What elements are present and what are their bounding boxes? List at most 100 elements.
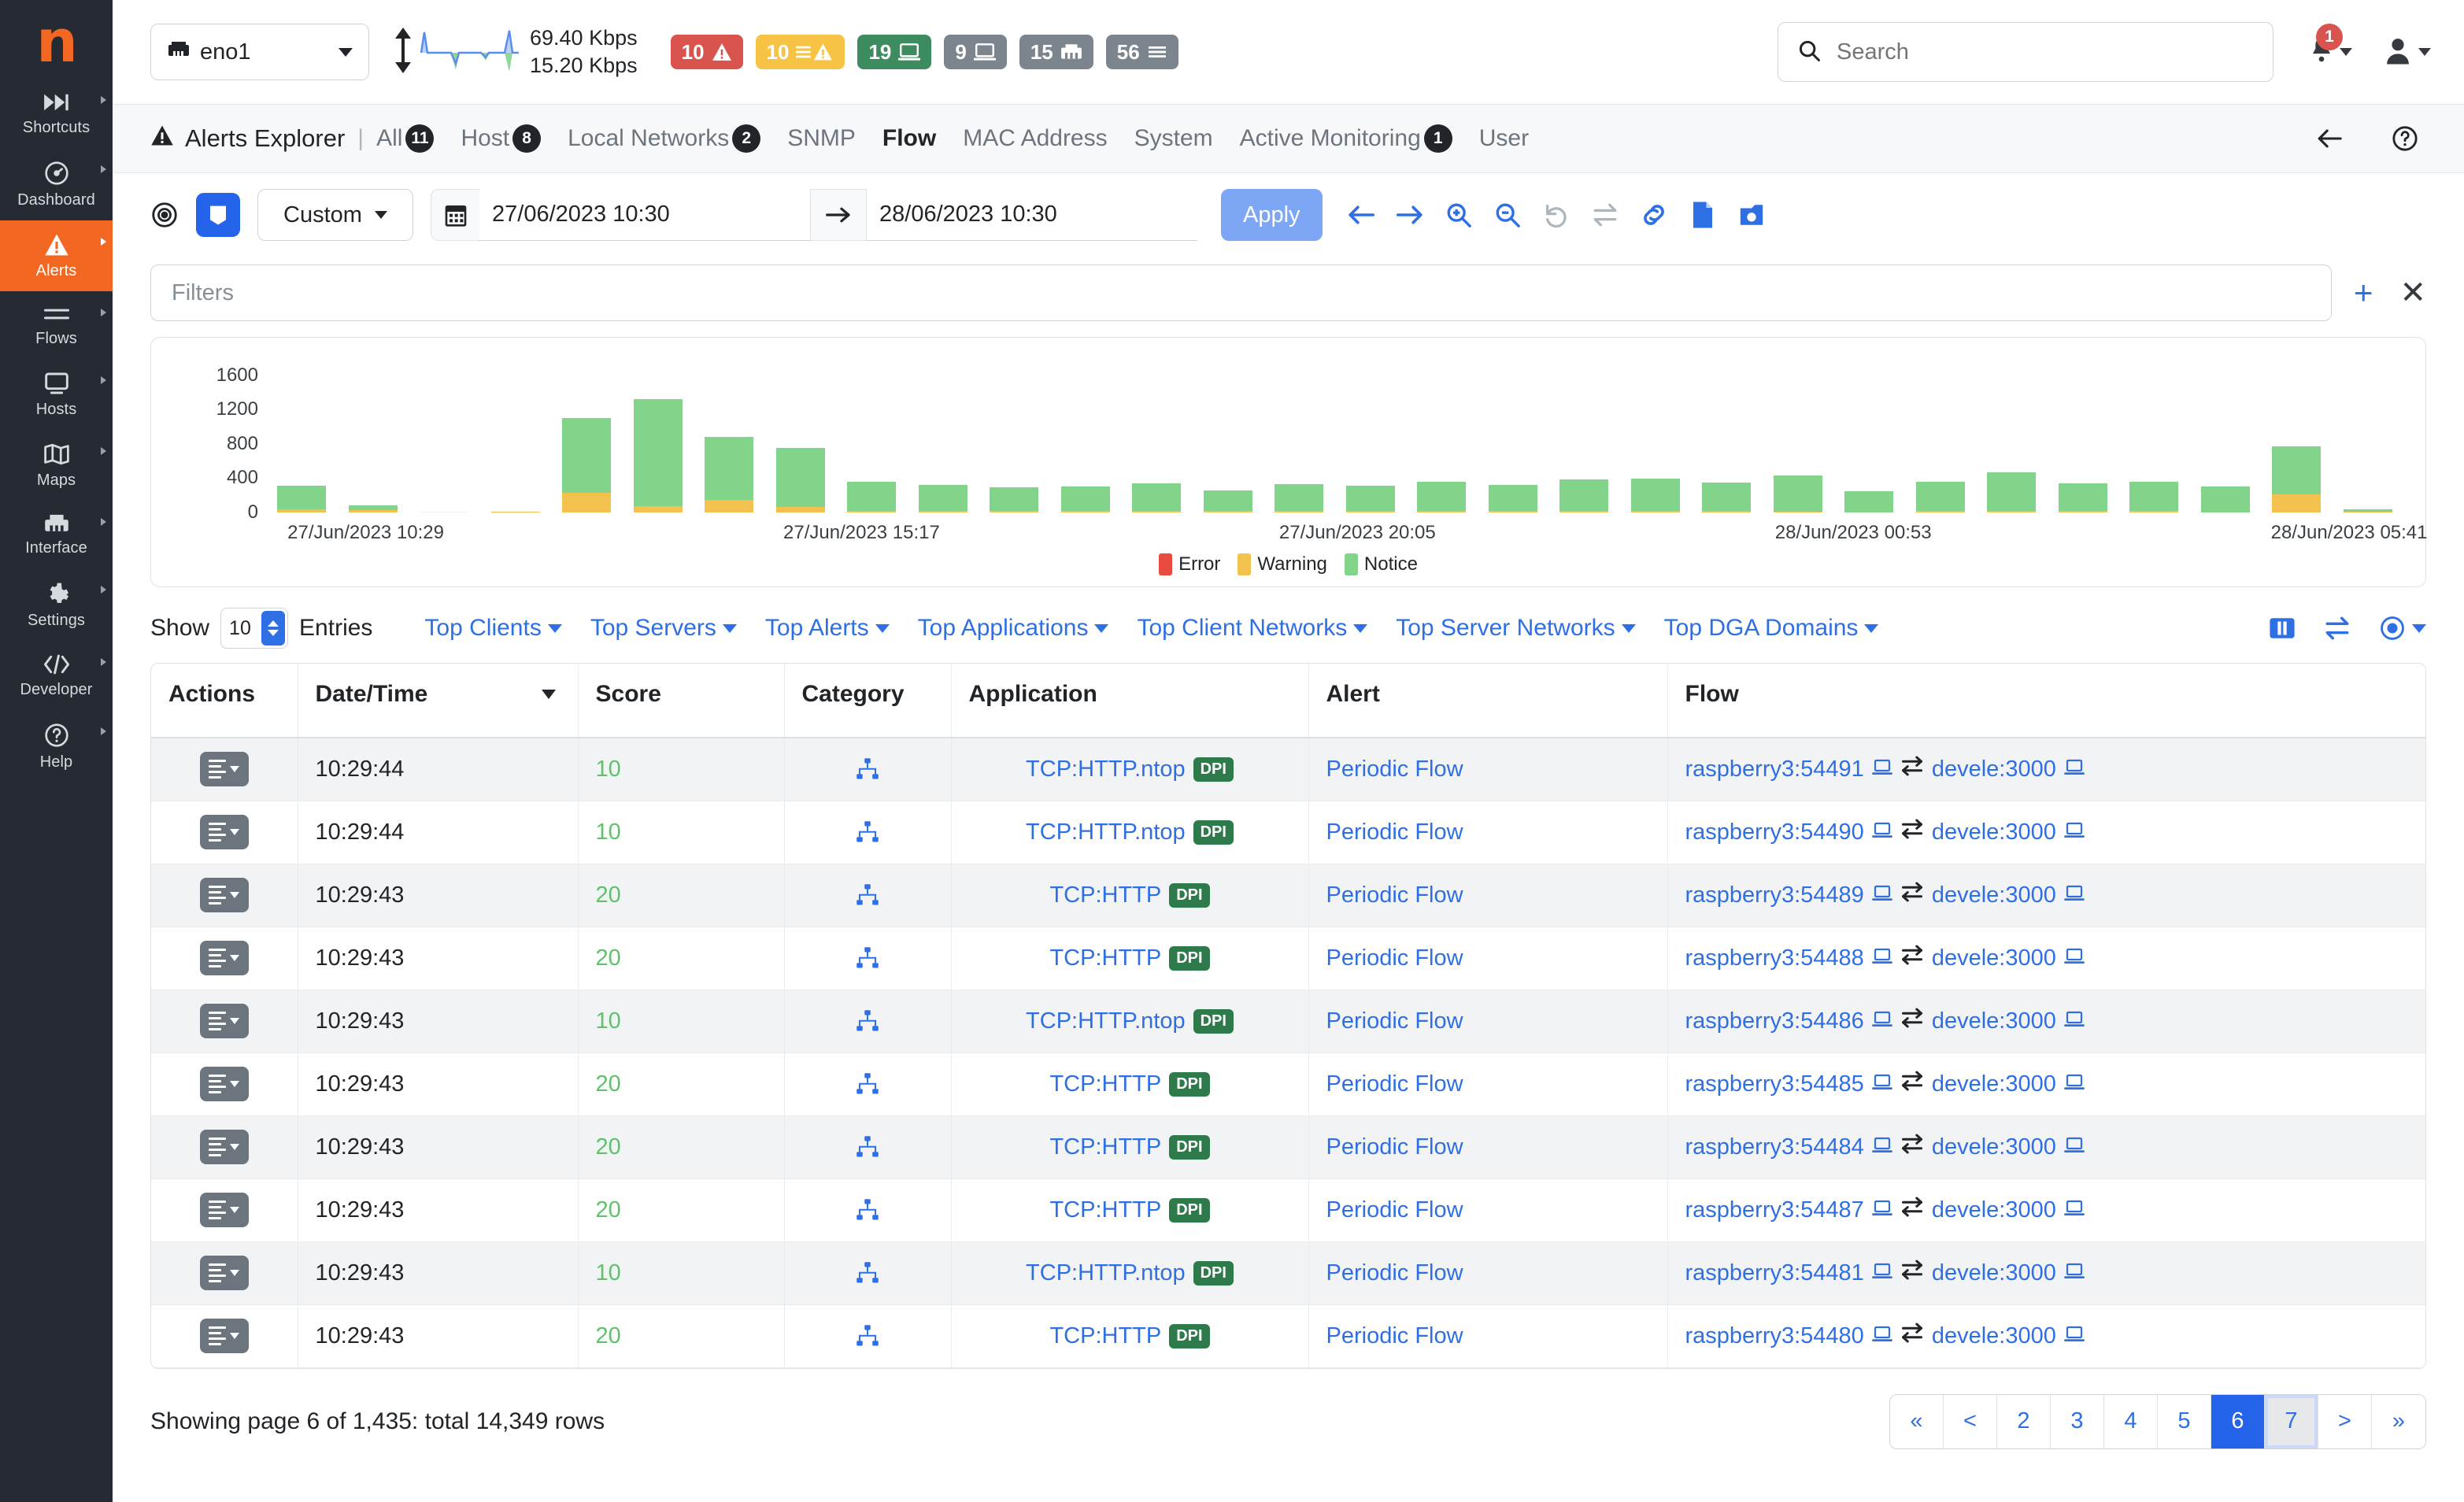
page-button[interactable]: 5 xyxy=(2158,1395,2211,1448)
sidebar-item-alerts[interactable]: Alerts xyxy=(0,220,113,291)
step-back-icon[interactable] xyxy=(1337,191,1386,239)
flow-server-link[interactable]: devele:3000 xyxy=(1932,1071,2056,1097)
status-badge[interactable]: 15 xyxy=(1019,35,1093,69)
chart-bar-slot[interactable] xyxy=(765,358,837,512)
sidebar-item-shortcuts[interactable]: Shortcuts xyxy=(0,79,113,148)
sidebar-item-dashboard[interactable]: Dashboard xyxy=(0,148,113,220)
application-link[interactable]: TCP:HTTP.ntop xyxy=(1026,819,1186,845)
table-row[interactable]: 10:29:4310TCP:HTTP.ntopDPIPeriodic Flowr… xyxy=(151,1241,2425,1304)
application-link[interactable]: TCP:HTTP.ntop xyxy=(1026,757,1186,782)
table-row[interactable]: 10:29:4320TCP:HTTPDPIPeriodic Flowraspbe… xyxy=(151,1304,2425,1367)
chart-bar-slot[interactable] xyxy=(266,358,338,512)
chart-bar-slot[interactable] xyxy=(1263,358,1335,512)
row-actions-button[interactable] xyxy=(200,1256,249,1290)
flow-server-link[interactable]: devele:3000 xyxy=(1932,1008,2056,1034)
chart-bar-slot[interactable] xyxy=(1763,358,1834,512)
undo-icon[interactable] xyxy=(1532,191,1581,239)
sitemap-icon[interactable] xyxy=(802,1261,934,1285)
chart-bar-slot[interactable] xyxy=(1976,358,2048,512)
sidebar-item-flows[interactable]: Flows xyxy=(0,291,113,359)
date-to-input[interactable]: 28/06/2023 10:30 xyxy=(867,189,1197,241)
chart-bar-slot[interactable] xyxy=(1406,358,1478,512)
chart-bar-slot[interactable] xyxy=(2261,358,2333,512)
chart-bar-slot[interactable] xyxy=(1193,358,1264,512)
eye-icon[interactable] xyxy=(2379,615,2426,642)
dropdown-top-clients[interactable]: Top Clients xyxy=(424,615,561,642)
tab-user[interactable]: User xyxy=(1479,125,1529,152)
filters-input[interactable]: Filters xyxy=(150,265,2332,321)
refresh-icon[interactable] xyxy=(1581,191,1630,239)
tab-active-monitoring[interactable]: Active Monitoring1 xyxy=(1240,124,1452,153)
application-link[interactable]: TCP:HTTP xyxy=(1049,1071,1161,1097)
flow-server-link[interactable]: devele:3000 xyxy=(1932,1323,2056,1349)
page-button[interactable]: 2 xyxy=(1997,1395,2051,1448)
table-row[interactable]: 10:29:4320TCP:HTTPDPIPeriodic Flowraspbe… xyxy=(151,1115,2425,1178)
interface-selector[interactable]: eno1 xyxy=(150,24,369,80)
application-link[interactable]: TCP:HTTP.ntop xyxy=(1026,1260,1186,1286)
table-row[interactable]: 10:29:4320TCP:HTTPDPIPeriodic Flowraspbe… xyxy=(151,1178,2425,1241)
help-circle-icon[interactable] xyxy=(2381,114,2429,163)
tab-system[interactable]: System xyxy=(1134,125,1213,152)
alerts-timeline-chart[interactable]: 160012008004000 27/Jun/2023 10:2927/Jun/… xyxy=(150,337,2426,587)
flow-server-link[interactable]: devele:3000 xyxy=(1932,1197,2056,1223)
page-button[interactable]: 4 xyxy=(2104,1395,2158,1448)
alert-link[interactable]: Periodic Flow xyxy=(1326,819,1463,845)
column-header-application[interactable]: Application xyxy=(951,664,1308,738)
page-button[interactable]: 7 xyxy=(2265,1395,2318,1448)
chart-bar-slot[interactable] xyxy=(409,358,480,512)
column-header-date-time[interactable]: Date/Time xyxy=(298,664,578,738)
search-box[interactable] xyxy=(1778,22,2273,82)
status-badge[interactable]: 19 xyxy=(857,35,931,69)
chart-bar-slot[interactable] xyxy=(480,358,552,512)
sidebar-item-settings[interactable]: Settings xyxy=(0,568,113,641)
chart-bar-slot[interactable] xyxy=(623,358,694,512)
row-actions-button[interactable] xyxy=(200,1004,249,1038)
page-button[interactable]: « xyxy=(1890,1395,1944,1448)
flow-server-link[interactable]: devele:3000 xyxy=(1932,757,2056,782)
status-badge[interactable]: 10 xyxy=(756,35,845,69)
flow-server-link[interactable]: devele:3000 xyxy=(1932,1260,2056,1286)
chart-bar-slot[interactable] xyxy=(1548,358,1620,512)
sidebar-item-help[interactable]: Help xyxy=(0,710,113,782)
table-row[interactable]: 10:29:4320TCP:HTTPDPIPeriodic Flowraspbe… xyxy=(151,927,2425,990)
dropdown-top-applications[interactable]: Top Applications xyxy=(918,615,1109,642)
sidebar-item-interface[interactable]: Interface xyxy=(0,501,113,568)
time-range-toggle[interactable] xyxy=(196,193,240,237)
column-header-alert[interactable]: Alert xyxy=(1308,664,1667,738)
sitemap-icon[interactable] xyxy=(802,1135,934,1159)
page-button[interactable]: < xyxy=(1944,1395,1997,1448)
chart-bar-slot[interactable] xyxy=(979,358,1050,512)
alert-link[interactable]: Periodic Flow xyxy=(1326,1134,1463,1160)
calendar-icon[interactable] xyxy=(431,189,479,241)
tab-flow[interactable]: Flow xyxy=(882,125,936,152)
status-badge[interactable]: 56 xyxy=(1106,35,1178,69)
flow-server-link[interactable]: devele:3000 xyxy=(1932,882,2056,908)
table-row[interactable]: 10:29:4410TCP:HTTP.ntopDPIPeriodic Flowr… xyxy=(151,801,2425,864)
date-from-input[interactable]: 27/06/2023 10:30 xyxy=(479,189,810,241)
user-menu-button[interactable] xyxy=(2384,35,2431,69)
sort-desc-icon[interactable] xyxy=(542,690,556,699)
flow-client-link[interactable]: raspberry3:54485 xyxy=(1685,1071,1864,1097)
dropdown-top-dga-domains[interactable]: Top DGA Domains xyxy=(1664,615,1879,642)
zoom-in-icon[interactable] xyxy=(1434,191,1483,239)
chart-bar-slot[interactable] xyxy=(836,358,908,512)
alert-link[interactable]: Periodic Flow xyxy=(1326,757,1463,782)
flow-client-link[interactable]: raspberry3:54491 xyxy=(1685,757,1864,782)
table-row[interactable]: 10:29:4320TCP:HTTPDPIPeriodic Flowraspbe… xyxy=(151,1053,2425,1115)
alert-link[interactable]: Periodic Flow xyxy=(1326,1260,1463,1286)
sitemap-icon[interactable] xyxy=(802,1324,934,1348)
tab-all[interactable]: All11 xyxy=(376,124,434,153)
sidebar-item-maps[interactable]: Maps xyxy=(0,430,113,501)
flow-server-link[interactable]: devele:3000 xyxy=(1932,1134,2056,1160)
chart-bar-slot[interactable] xyxy=(1335,358,1407,512)
chart-bar-slot[interactable] xyxy=(1620,358,1692,512)
visibility-icon[interactable] xyxy=(150,201,179,229)
refresh-icon[interactable] xyxy=(2324,616,2351,641)
tab-host[interactable]: Host8 xyxy=(461,124,541,153)
entries-stepper[interactable]: 10 xyxy=(220,608,288,649)
chart-bar-slot[interactable] xyxy=(2118,358,2190,512)
sitemap-icon[interactable] xyxy=(802,883,934,907)
flow-client-link[interactable]: raspberry3:54484 xyxy=(1685,1134,1864,1160)
application-link[interactable]: TCP:HTTP xyxy=(1049,1134,1161,1160)
stepper-arrows-icon[interactable] xyxy=(261,611,285,646)
